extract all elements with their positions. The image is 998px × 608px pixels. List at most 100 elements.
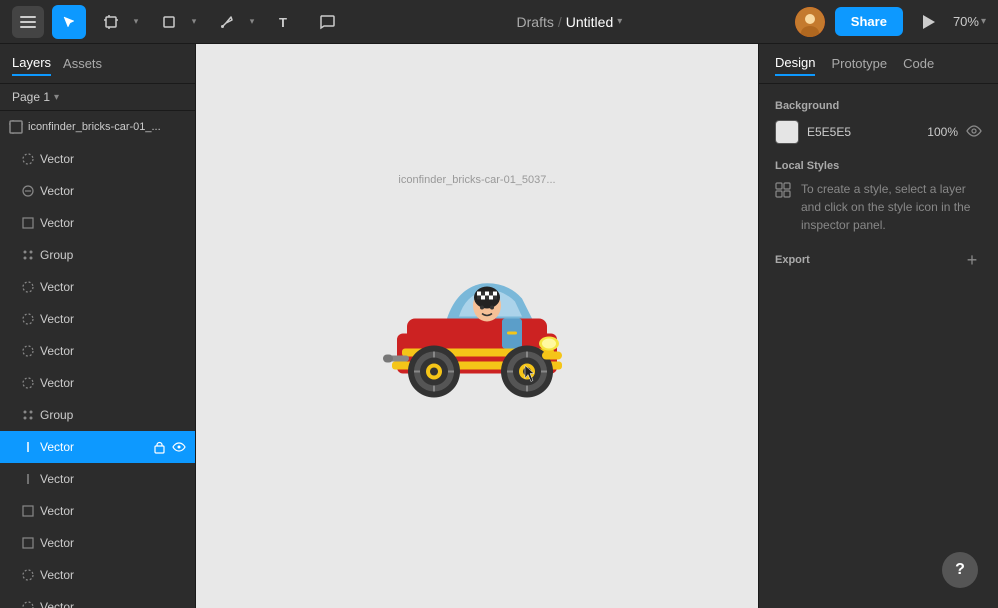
layer-vector-icon: [20, 439, 36, 455]
pen-tool-dropdown[interactable]: ▾: [244, 5, 260, 39]
layer-item[interactable]: Vector: [0, 143, 195, 175]
layer-vector-icon: [20, 471, 36, 487]
select-tool-button[interactable]: [52, 5, 86, 39]
right-panel-tabs: Design Prototype Code: [759, 44, 998, 84]
frame-tool-dropdown[interactable]: ▾: [128, 5, 144, 39]
layer-name: Vector: [40, 216, 187, 230]
zoom-dropdown-icon: ▾: [981, 16, 986, 27]
comment-tool-button[interactable]: [310, 5, 344, 39]
breadcrumb-dropdown-icon: ▾: [617, 16, 622, 27]
layer-name: Vector: [40, 600, 187, 608]
export-section-label: Export: [775, 254, 810, 266]
breadcrumb-separator: /: [558, 14, 562, 30]
layer-item[interactable]: Vector: [0, 271, 195, 303]
zoom-label: 70%: [953, 14, 979, 29]
layer-item[interactable]: Group: [0, 399, 195, 431]
layer-name: Vector: [40, 312, 187, 326]
layer-name: Vector: [40, 504, 187, 518]
background-opacity: 100%: [927, 125, 958, 139]
local-styles-info: To create a style, select a layer and cl…: [775, 180, 982, 234]
local-styles-section: Local Styles To create a style, select a…: [775, 160, 982, 234]
tab-layers[interactable]: Layers: [12, 51, 51, 76]
layer-item[interactable]: Vector: [0, 495, 195, 527]
background-color-swatch[interactable]: [775, 120, 799, 144]
breadcrumb-current[interactable]: Untitled ▾: [566, 14, 623, 30]
export-section: Export +: [775, 250, 982, 270]
layer-item[interactable]: Vector: [0, 207, 195, 239]
layer-name: Vector: [40, 152, 187, 166]
layer-vector-icon: [20, 183, 36, 199]
layer-item[interactable]: Vector: [0, 175, 195, 207]
svg-text:T: T: [279, 15, 287, 29]
layer-actions: [151, 439, 187, 455]
styles-grid-icon: [775, 182, 791, 203]
top-layer-name: iconfinder_bricks-car-01_...: [28, 121, 187, 133]
layer-item[interactable]: Group: [0, 239, 195, 271]
layer-name: Vector: [40, 568, 187, 582]
background-color-hex: E5E5E5: [807, 125, 919, 139]
layer-item[interactable]: Vector: [0, 559, 195, 591]
pen-tool-button[interactable]: [210, 5, 244, 39]
layer-item-selected[interactable]: Vector: [0, 431, 195, 463]
panel-tabs: Layers Assets: [0, 44, 195, 84]
play-button[interactable]: [913, 7, 943, 37]
menu-button[interactable]: [12, 6, 44, 38]
toolbar-left: ▾ ▾ ▾ T: [12, 5, 344, 39]
page-selector[interactable]: Page 1 ▾: [0, 84, 195, 111]
tab-assets[interactable]: Assets: [63, 52, 102, 75]
layer-vector-icon: [20, 535, 36, 551]
background-row: E5E5E5 100%: [775, 120, 982, 144]
background-section: Background E5E5E5 100%: [775, 100, 982, 144]
page-label: Page 1: [12, 90, 50, 104]
layer-vector-icon: [20, 311, 36, 327]
layers-list: Vector Vector Vector: [0, 143, 195, 608]
shape-tool-dropdown[interactable]: ▾: [186, 5, 202, 39]
background-visibility-icon[interactable]: [966, 124, 982, 140]
avatar[interactable]: [795, 7, 825, 37]
layer-name: Vector: [40, 472, 187, 486]
layer-item[interactable]: Vector: [0, 463, 195, 495]
layer-item[interactable]: Vector: [0, 591, 195, 608]
tab-design[interactable]: Design: [775, 51, 815, 76]
visibility-icon[interactable]: [171, 439, 187, 455]
layer-vector-icon: [20, 279, 36, 295]
layer-name: Group: [40, 248, 187, 262]
breadcrumb-title: Untitled: [566, 14, 613, 30]
layer-item[interactable]: Vector: [0, 367, 195, 399]
page-dropdown-icon: ▾: [54, 92, 59, 103]
zoom-control[interactable]: 70% ▾: [953, 14, 986, 29]
export-add-button[interactable]: +: [962, 250, 982, 270]
lock-icon[interactable]: [151, 439, 167, 455]
layer-vector-icon: [20, 343, 36, 359]
share-button[interactable]: Share: [835, 7, 903, 36]
frame-tool-button[interactable]: [94, 5, 128, 39]
top-layer-item[interactable]: iconfinder_bricks-car-01_...: [0, 111, 195, 143]
top-layer-icon: [8, 119, 24, 135]
layer-name: Vector: [40, 376, 187, 390]
canvas-area[interactable]: iconfinder_bricks-car-01_5037...: [196, 44, 758, 608]
help-button[interactable]: ?: [942, 552, 978, 588]
layer-item[interactable]: Vector: [0, 303, 195, 335]
layer-group-icon: [20, 407, 36, 423]
canvas-frame-label: iconfinder_bricks-car-01_5037...: [398, 174, 555, 186]
breadcrumb-drafts[interactable]: Drafts: [517, 14, 554, 30]
pen-tool-group: ▾: [210, 5, 260, 39]
car-illustration: [377, 244, 577, 409]
breadcrumb: Drafts / Untitled ▾: [517, 14, 623, 30]
toolbar: ▾ ▾ ▾ T: [0, 0, 998, 44]
layer-vector-icon: [20, 375, 36, 391]
layer-vector-icon: [20, 215, 36, 231]
layer-vector-icon: [20, 599, 36, 608]
layer-name: Vector: [40, 344, 187, 358]
layer-name: Group: [40, 408, 187, 422]
layer-vector-icon: [20, 567, 36, 583]
background-section-label: Background: [775, 100, 982, 112]
layer-vector-icon: [20, 151, 36, 167]
tab-prototype[interactable]: Prototype: [831, 52, 887, 75]
local-styles-label: Local Styles: [775, 160, 982, 172]
tab-code[interactable]: Code: [903, 52, 934, 75]
shape-tool-button[interactable]: [152, 5, 186, 39]
layer-item[interactable]: Vector: [0, 335, 195, 367]
text-tool-button[interactable]: T: [268, 5, 302, 39]
layer-item[interactable]: Vector: [0, 527, 195, 559]
